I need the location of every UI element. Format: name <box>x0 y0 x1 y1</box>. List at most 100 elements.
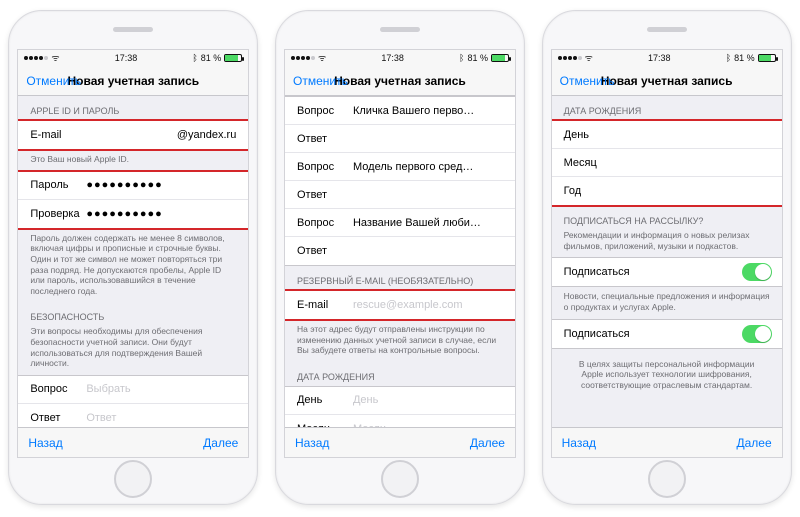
status-bar: ᯤ 17:38 ᛒ 81 % <box>18 50 248 66</box>
battery-icon <box>758 54 776 62</box>
cancel-button[interactable]: Отменить <box>26 74 81 88</box>
a3-label: Ответ <box>297 245 353 257</box>
day-label: День <box>297 394 353 406</box>
password-value: ●●●●●●●●●● <box>86 179 236 191</box>
sub1-label: Подписаться <box>564 266 630 278</box>
next-button[interactable]: Далее <box>736 436 771 450</box>
sub1-toggle[interactable] <box>742 263 772 281</box>
q1-cell[interactable]: Вопрос Кличка Вашего перво… <box>285 97 515 125</box>
back-button[interactable]: Назад <box>562 436 596 450</box>
a2-cell[interactable]: Ответ <box>285 181 515 209</box>
password-label: Пароль <box>30 179 86 191</box>
sub2-group: Подписаться <box>552 319 782 349</box>
page-title: Новая учетная запись <box>67 74 199 88</box>
nav-bar: Отменить Новая учетная запись <box>285 66 515 96</box>
back-button[interactable]: Назад <box>28 436 62 450</box>
status-bar: ᯤ 17:38 ᛒ 81 % <box>552 50 782 66</box>
q3-cell[interactable]: Вопрос Название Вашей люби… <box>285 209 515 237</box>
answer-label: Ответ <box>30 412 86 424</box>
month-label: Месяц <box>564 157 620 169</box>
phone-1: ᯤ 17:38 ᛒ 81 % Отменить Новая учетная за… <box>8 10 258 505</box>
day-label: День <box>564 129 620 141</box>
nav-bar: Отменить Новая учетная запись <box>18 66 248 96</box>
content: APPLE ID И ПАРОЛЬ E-mail @yandex.ru Это … <box>18 96 248 427</box>
year-cell[interactable]: Год <box>552 177 782 205</box>
month-cell[interactable]: Месяц Месяц <box>285 415 515 427</box>
verify-cell[interactable]: Проверка ●●●●●●●●●● <box>18 200 248 228</box>
email-value: @yandex.ru <box>86 129 236 141</box>
footer-bar: Назад Далее <box>285 427 515 457</box>
wifi-icon: ᯤ <box>585 54 593 63</box>
email-cell[interactable]: E-mail @yandex.ru <box>18 121 248 149</box>
next-button[interactable]: Далее <box>203 436 238 450</box>
wifi-icon: ᯤ <box>51 54 59 63</box>
screen: ᯤ 17:38 ᛒ 81 % Отменить Новая учетная за… <box>551 49 783 458</box>
page-title: Новая учетная запись <box>601 74 733 88</box>
rescue-value: rescue@example.com <box>353 299 503 311</box>
q1-label: Вопрос <box>297 105 353 117</box>
rescue-footer: На этот адрес будут отправлены инструкци… <box>285 320 515 362</box>
battery-percent: 81 % <box>467 53 488 63</box>
sub2-toggle[interactable] <box>742 325 772 343</box>
phone-3: ᯤ 17:38 ᛒ 81 % Отменить Новая учетная за… <box>542 10 792 505</box>
verify-label: Проверка <box>30 208 86 220</box>
signal-icon <box>291 56 315 60</box>
footer-bar: Назад Далее <box>552 427 782 457</box>
birth-group: День Месяц Год <box>552 120 782 206</box>
question-label: Вопрос <box>30 383 86 395</box>
password-cell[interactable]: Пароль ●●●●●●●●●● <box>18 172 248 200</box>
answer-placeholder: Ответ <box>86 412 236 424</box>
password-group: Пароль ●●●●●●●●●● Проверка ●●●●●●●●●● <box>18 171 248 229</box>
battery-icon <box>491 54 509 62</box>
cancel-button[interactable]: Отменить <box>293 74 348 88</box>
security-footer: Эти вопросы необходимы для обеспечения б… <box>18 326 248 375</box>
security-group: Вопрос Выбрать Ответ Ответ <box>18 375 248 427</box>
q2-value: Модель первого сред… <box>353 161 503 173</box>
content: Вопрос Кличка Вашего перво… Ответ Вопрос… <box>285 96 515 427</box>
privacy-note: В целях защиты персональной информации A… <box>552 349 782 401</box>
month-cell[interactable]: Месяц <box>552 149 782 177</box>
a2-label: Ответ <box>297 189 353 201</box>
a3-cell[interactable]: Ответ <box>285 237 515 265</box>
back-button[interactable]: Назад <box>295 436 329 450</box>
rescue-cell[interactable]: E-mail rescue@example.com <box>285 291 515 319</box>
next-button[interactable]: Далее <box>470 436 505 450</box>
month-value: Месяц <box>353 423 503 427</box>
day-cell[interactable]: День <box>552 121 782 149</box>
email-footer: Это Ваш новый Apple ID. <box>18 150 248 171</box>
month-label: Месяц <box>297 423 353 427</box>
answer-cell[interactable]: Ответ Ответ <box>18 404 248 427</box>
battery-percent: 81 % <box>734 53 755 63</box>
password-footer: Пароль должен содержать не менее 8 симво… <box>18 229 248 303</box>
verify-value: ●●●●●●●●●● <box>86 208 236 220</box>
status-bar: ᯤ 17:38 ᛒ 81 % <box>285 50 515 66</box>
section-rescue: РЕЗЕРВНЫЙ E-MAIL (НЕОБЯЗАТЕЛЬНО) <box>285 266 515 290</box>
footer-bar: Назад Далее <box>18 427 248 457</box>
email-group: E-mail @yandex.ru <box>18 120 248 150</box>
screen: ᯤ 17:38 ᛒ 81 % Отменить Новая учетная за… <box>17 49 249 458</box>
clock: 17:38 <box>381 53 404 63</box>
day-cell[interactable]: День День <box>285 387 515 415</box>
sub1-group: Подписаться <box>552 257 782 287</box>
clock: 17:38 <box>115 53 138 63</box>
rescue-label: E-mail <box>297 299 353 311</box>
battery-icon <box>224 54 242 62</box>
sub2-cell[interactable]: Подписаться <box>552 320 782 348</box>
battery-percent: 81 % <box>201 53 222 63</box>
section-birth: ДАТА РОЖДЕНИЯ <box>285 362 515 386</box>
bluetooth-icon: ᛒ <box>192 54 197 63</box>
section-subscribe: ПОДПИСАТЬСЯ НА РАССЫЛКУ? <box>552 206 782 230</box>
phone-2: ᯤ 17:38 ᛒ 81 % Отменить Новая учетная за… <box>275 10 525 505</box>
bluetooth-icon: ᛒ <box>726 54 731 63</box>
sub1-cell[interactable]: Подписаться <box>552 258 782 286</box>
sub2-label: Подписаться <box>564 328 630 340</box>
q2-cell[interactable]: Вопрос Модель первого сред… <box>285 153 515 181</box>
section-security: БЕЗОПАСНОСТЬ <box>18 302 248 326</box>
page-title: Новая учетная запись <box>334 74 466 88</box>
wifi-icon: ᯤ <box>318 54 326 63</box>
sub1-footer: Рекомендации и информация о новых релиза… <box>552 230 782 257</box>
question-cell[interactable]: Вопрос Выбрать <box>18 376 248 404</box>
a1-cell[interactable]: Ответ <box>285 125 515 153</box>
screen: ᯤ 17:38 ᛒ 81 % Отменить Новая учетная за… <box>284 49 516 458</box>
cancel-button[interactable]: Отменить <box>560 74 615 88</box>
